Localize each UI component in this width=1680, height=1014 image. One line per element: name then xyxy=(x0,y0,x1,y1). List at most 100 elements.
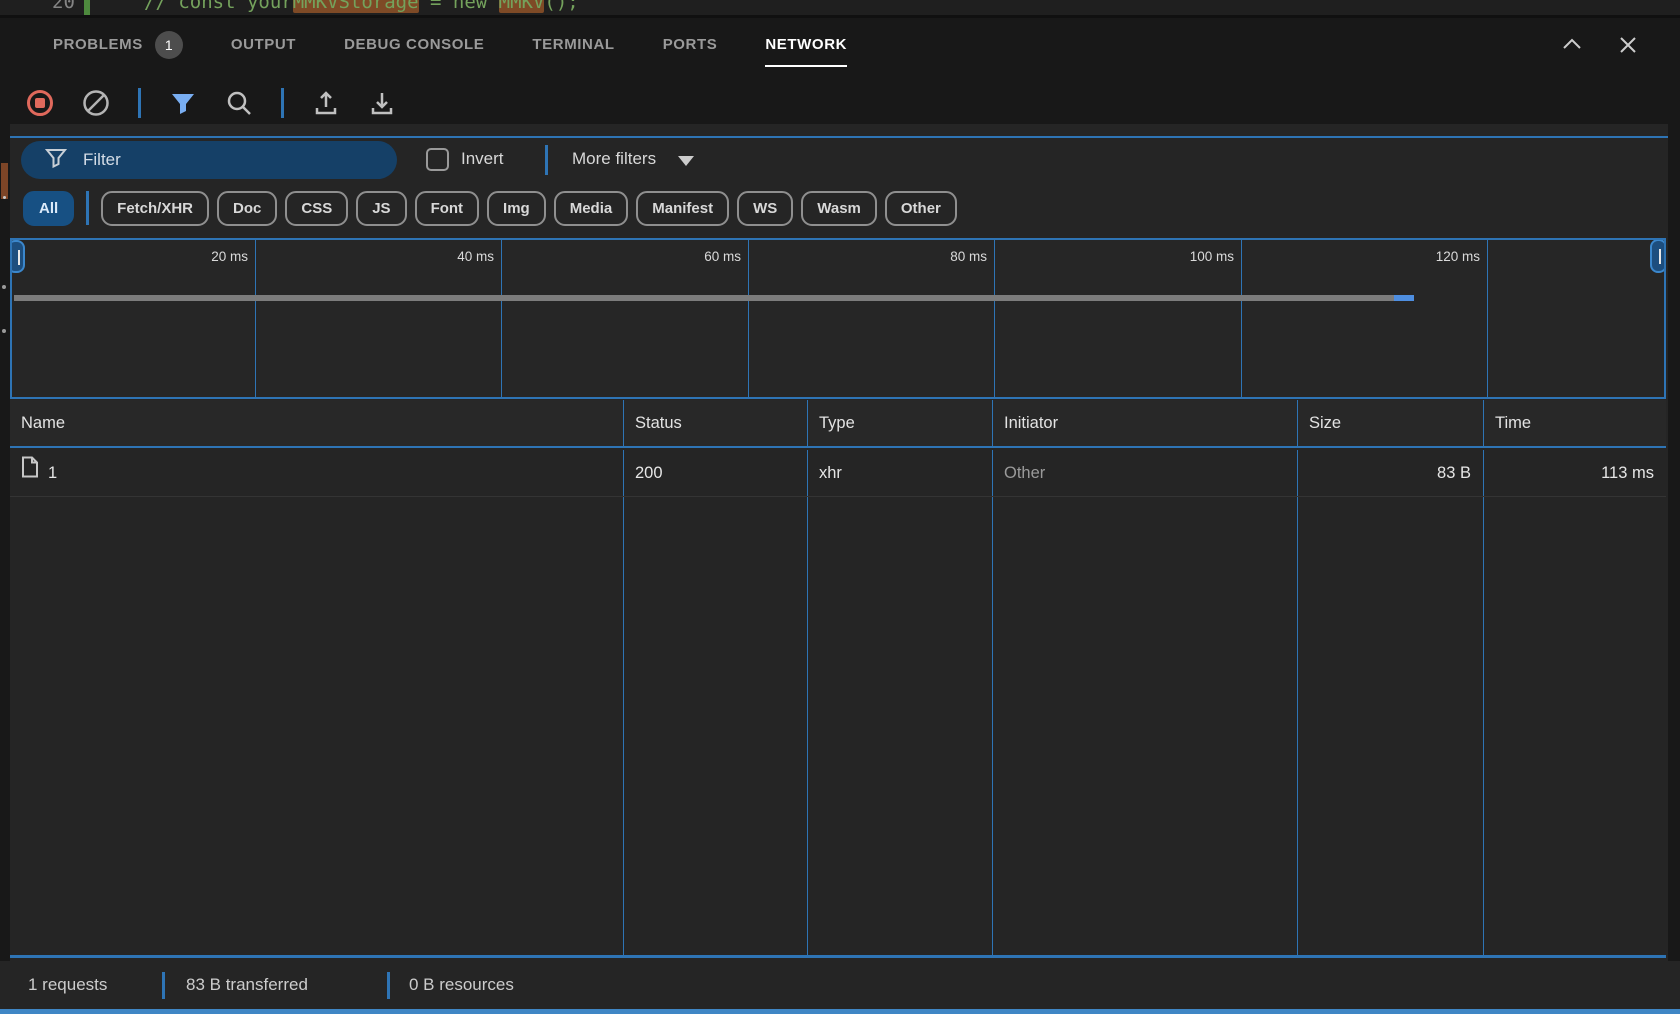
summary-separator xyxy=(387,972,390,999)
filter-separator xyxy=(545,145,548,175)
column-header-status[interactable]: Status xyxy=(623,400,807,446)
body-column xyxy=(807,497,992,955)
range-handle-left[interactable] xyxy=(10,240,25,273)
chip-manifest[interactable]: Manifest xyxy=(636,191,729,226)
code-comment: // const your xyxy=(144,0,293,13)
column-header-name[interactable]: Name xyxy=(10,400,623,446)
column-header-initiator[interactable]: Initiator xyxy=(992,400,1297,446)
search-highlight: MMKVStorage xyxy=(293,0,419,13)
chip-doc[interactable]: Doc xyxy=(217,191,277,226)
gutter-dot xyxy=(3,196,6,199)
tab-label: OUTPUT xyxy=(231,18,296,72)
grid-line-40ms xyxy=(501,240,502,397)
tab-debug-console[interactable]: DEBUG CONSOLE xyxy=(344,18,484,72)
close-panel-icon[interactable] xyxy=(1616,33,1640,57)
toolbar-separator xyxy=(281,88,284,118)
column-header-type[interactable]: Type xyxy=(807,400,992,446)
tab-problems[interactable]: PROBLEMS 1 xyxy=(53,18,183,72)
chip-wasm[interactable]: Wasm xyxy=(801,191,877,226)
request-type-cell: xhr xyxy=(807,450,992,496)
tab-terminal[interactable]: TERMINAL xyxy=(532,18,614,72)
chip-separator xyxy=(86,191,89,225)
chevron-down-icon xyxy=(678,156,694,166)
chip-all[interactable]: All xyxy=(23,191,74,226)
network-toolbar xyxy=(26,84,396,122)
tab-label: NETWORK xyxy=(765,18,847,72)
requests-count: 1 requests xyxy=(28,961,107,1009)
problems-count-badge: 1 xyxy=(155,31,183,59)
transferred-size: 83 B transferred xyxy=(186,961,308,1009)
tab-ports[interactable]: PORTS xyxy=(663,18,718,72)
tab-output[interactable]: OUTPUT xyxy=(231,18,296,72)
body-column xyxy=(1297,497,1483,955)
chip-js[interactable]: JS xyxy=(356,191,406,226)
panel-actions xyxy=(1560,18,1640,72)
record-icon[interactable] xyxy=(26,89,54,117)
document-icon xyxy=(21,450,39,496)
request-status-cell: 200 xyxy=(623,450,807,496)
request-name: 1 xyxy=(48,450,57,496)
overview-request-bar xyxy=(14,295,1394,301)
invert-label: Invert xyxy=(461,149,504,169)
column-header-size[interactable]: Size xyxy=(1297,400,1483,446)
chip-font[interactable]: Font xyxy=(415,191,479,226)
clear-icon[interactable] xyxy=(82,89,110,117)
column-header-time[interactable]: Time xyxy=(1483,400,1666,446)
line-number: 20 xyxy=(52,0,75,15)
webview-top-border xyxy=(10,136,1668,138)
maximize-panel-icon[interactable] xyxy=(1560,33,1584,57)
requests-table-header: Name Status Type Initiator Size Time xyxy=(10,400,1666,448)
tab-label: PORTS xyxy=(663,18,718,72)
body-column xyxy=(623,497,807,955)
chip-other[interactable]: Other xyxy=(885,191,957,226)
filter-input[interactable]: Filter xyxy=(21,141,397,179)
panel-bottom-edge xyxy=(0,1009,1680,1014)
tick-label: 20 ms xyxy=(211,249,248,264)
tick-label: 40 ms xyxy=(457,249,494,264)
code-comment: (); xyxy=(544,0,578,13)
gutter-dot xyxy=(2,329,6,333)
tab-label: TERMINAL xyxy=(532,18,614,72)
chip-css[interactable]: CSS xyxy=(285,191,348,226)
chip-ws[interactable]: WS xyxy=(737,191,793,226)
table-body-grid xyxy=(10,497,1666,955)
code-comment: = new xyxy=(419,0,499,13)
git-modified-gutter xyxy=(84,0,90,15)
tick-label: 80 ms xyxy=(950,249,987,264)
chip-fetch-xhr[interactable]: Fetch/XHR xyxy=(101,191,209,226)
network-summary-bar: 1 requests 83 B transferred 0 B resource… xyxy=(0,961,1680,1009)
chip-img[interactable]: Img xyxy=(487,191,546,226)
resources-size: 0 B resources xyxy=(409,961,514,1009)
gutter-dot xyxy=(2,285,6,289)
overview-ruler-search-marker xyxy=(1,163,8,199)
network-overview-timeline[interactable]: 20 ms 40 ms 60 ms 80 ms 100 ms 120 ms 14… xyxy=(10,238,1666,399)
filter-toggle-icon[interactable] xyxy=(169,89,197,117)
tick-label: 120 ms xyxy=(1436,249,1480,264)
grid-line-60ms xyxy=(748,240,749,397)
grid-line-100ms xyxy=(1241,240,1242,397)
search-icon[interactable] xyxy=(225,89,253,117)
vscode-panel: 20 // const yourMMKVStorage = new MMKV()… xyxy=(0,0,1680,1014)
filter-placeholder: Filter xyxy=(83,150,121,170)
grid-line-20ms xyxy=(255,240,256,397)
import-har-icon[interactable] xyxy=(312,89,340,117)
tab-network[interactable]: NETWORK xyxy=(765,18,847,72)
request-name-cell[interactable]: 1 xyxy=(10,450,623,496)
funnel-icon xyxy=(45,147,67,174)
tab-label: PROBLEMS xyxy=(53,18,143,72)
table-row[interactable]: 1 200 xhr Other 83 B 113 ms xyxy=(10,450,1666,497)
search-highlight: MMKV xyxy=(499,0,545,13)
range-handle-right[interactable] xyxy=(1650,239,1666,273)
chip-media[interactable]: Media xyxy=(554,191,629,226)
tick-label: 100 ms xyxy=(1190,249,1234,264)
body-column xyxy=(10,497,623,955)
editor-code-strip: 20 // const yourMMKVStorage = new MMKV()… xyxy=(0,0,1680,15)
overview-request-bar-tip xyxy=(1394,295,1414,301)
invert-checkbox[interactable] xyxy=(426,148,449,171)
grid-line-120ms xyxy=(1487,240,1488,397)
requests-table-body[interactable] xyxy=(10,497,1666,958)
export-har-icon[interactable] xyxy=(368,89,396,117)
grid-line-80ms xyxy=(994,240,995,397)
more-filters-button[interactable]: More filters xyxy=(572,149,694,169)
toolbar-separator xyxy=(138,88,141,118)
